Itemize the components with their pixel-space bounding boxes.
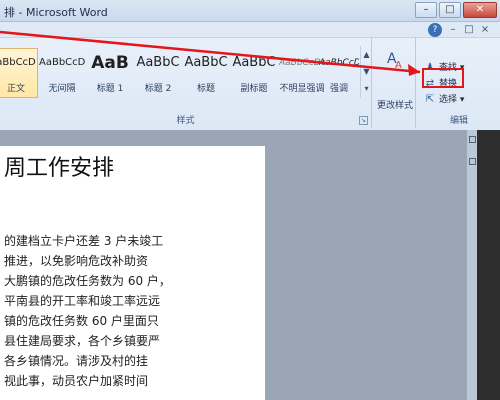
style-preview: AaBbC — [136, 55, 180, 70]
maximize-button[interactable]: □ — [439, 2, 461, 18]
title-bar: 排 - Microsoft Word – □ ✕ — [0, 0, 500, 22]
body-line: 的建档立卡户还差 3 户未竣工 — [4, 234, 164, 248]
body-line: 大鹏镇的危改任务数为 60 户， — [4, 274, 171, 288]
style-name: 正文 — [6, 84, 25, 94]
body-line: 平南县的开工率和竣工率远远 — [4, 294, 161, 308]
body-line: 县住建局要求，各个乡镇要严 — [4, 334, 161, 348]
editing-group-label: 编辑 — [449, 116, 468, 126]
style-name: 副标题 — [240, 84, 268, 94]
gallery-down-icon[interactable]: ▼ — [361, 63, 372, 80]
document-heading: 周工作安排 — [4, 156, 115, 181]
style-preview: AaBbC — [184, 55, 228, 70]
style-preview: aBbCcD — [0, 57, 36, 68]
gallery-more-icon[interactable]: ▾ — [361, 80, 372, 97]
replace-highlight-box — [422, 68, 464, 88]
style-name: 标题 — [196, 84, 215, 94]
vertical-ruler — [467, 130, 477, 400]
style-tile-subtitle[interactable]: AaBbC 副标题 — [230, 48, 278, 98]
style-name: 标题 2 — [144, 84, 172, 94]
ribbon-restore-icon[interactable]: □ — [462, 23, 476, 37]
select-button[interactable]: ⇱ 选择 ▾ — [424, 92, 484, 108]
change-styles-button[interactable]: A A 更改样式 — [374, 38, 416, 128]
document-page[interactable]: 周工作安排 的建档立卡户还差 3 户未竣工 推进，以免影响危改补助资 大鹏镇的危… — [0, 146, 265, 400]
style-name: 强调 — [329, 84, 348, 94]
gallery-up-icon[interactable]: ▲ — [361, 46, 372, 63]
close-button[interactable]: ✕ — [463, 2, 497, 18]
style-tile-heading-1[interactable]: AaB 标题 1 — [86, 48, 134, 98]
change-styles-label: 更改样式 — [376, 101, 413, 111]
document-body: 的建档立卡户还差 3 户未竣工 推进，以免影响危改补助资 大鹏镇的危改任务数为 … — [4, 232, 171, 392]
style-tile-heading-2[interactable]: AaBbC 标题 2 — [134, 48, 182, 98]
style-preview: AaB — [91, 53, 129, 73]
window-title: 排 - Microsoft Word — [4, 6, 108, 19]
style-preview: AaBbCcDc — [319, 58, 359, 68]
ribbon-top-strip: ? – □ × — [0, 22, 500, 38]
change-styles-icon: A A — [387, 51, 402, 70]
styles-group-label: 样式 — [176, 116, 195, 126]
body-line: 镇的危改任务数 60 户里面只 — [4, 314, 159, 328]
style-tile-title[interactable]: AaBbC 标题 — [182, 48, 230, 98]
ribbon-close-icon[interactable]: × — [478, 23, 492, 37]
body-line: 推进，以免影响危改补助资 — [4, 254, 149, 268]
styles-gallery-scroll[interactable]: ▲ ▼ ▾ — [360, 46, 372, 98]
body-line: 各乡镇情况。请涉及村的挂 — [4, 354, 149, 368]
styles-group: aBbCcD 正文 AaBbCcD 无间隔 AaB 标题 1 AaBbC 标题 … — [0, 38, 372, 128]
ribbon-minimize-icon[interactable]: – — [446, 23, 460, 37]
select-icon: ⇱ — [425, 93, 435, 105]
ruler-toggle-icon[interactable] — [469, 136, 476, 143]
select-label: 选择 — [439, 95, 458, 105]
style-name: 无间隔 — [48, 84, 76, 94]
minimize-button[interactable]: – — [415, 2, 437, 18]
style-tile-no-spacing[interactable]: AaBbCcD 无间隔 — [38, 48, 86, 98]
body-line: 视此事，动员农户加紧时间 — [4, 374, 149, 388]
styles-gallery: aBbCcD 正文 AaBbCcD 无间隔 AaB 标题 1 AaBbC 标题 … — [0, 40, 360, 106]
svg-text:A: A — [395, 60, 402, 70]
style-name: 标题 1 — [96, 84, 124, 94]
dialog-launcher-icon[interactable]: ↘ — [359, 116, 368, 125]
style-preview: AaBbC — [232, 55, 276, 70]
style-tile-emphasis[interactable]: AaBbCcDc 强调 — [318, 48, 360, 98]
right-rail — [467, 130, 500, 400]
help-icon[interactable]: ? — [428, 23, 442, 37]
style-tile-normal[interactable]: aBbCcD 正文 — [0, 48, 38, 98]
ruler-marker-icon — [469, 158, 476, 165]
style-preview: AaBbCcD — [39, 57, 85, 68]
